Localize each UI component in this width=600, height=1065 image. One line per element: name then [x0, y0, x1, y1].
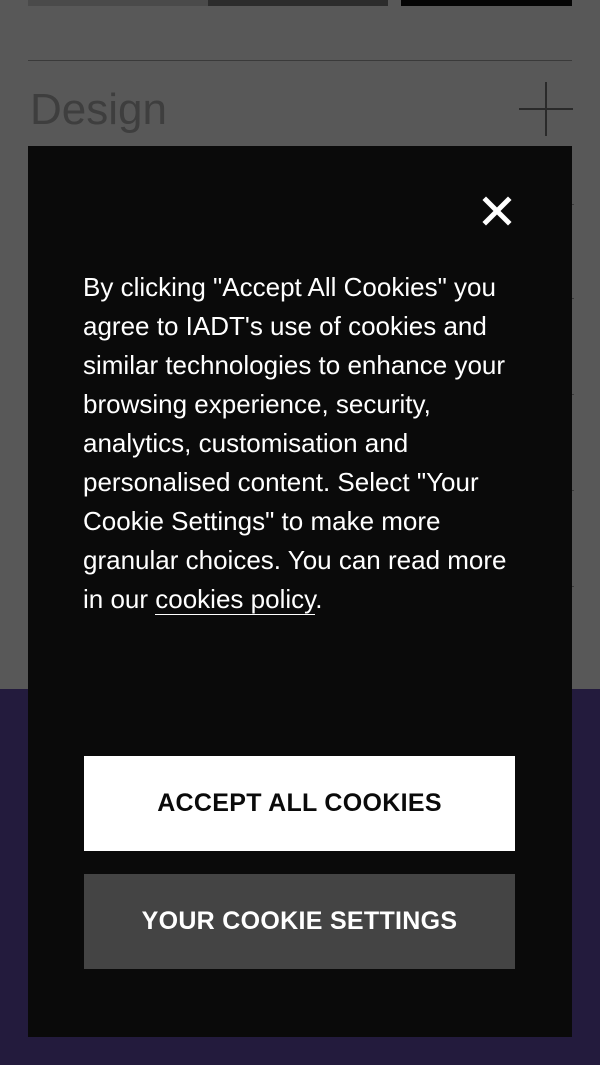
- cookie-settings-button[interactable]: YOUR COOKIE SETTINGS: [84, 874, 515, 969]
- cookie-settings-label: YOUR COOKIE SETTINGS: [141, 907, 458, 935]
- top-tab-1[interactable]: [28, 0, 208, 6]
- cookie-message-text: By clicking "Accept All Cookies" you agr…: [83, 272, 507, 614]
- cookie-message: By clicking "Accept All Cookies" you agr…: [83, 268, 523, 619]
- cookie-consent-dialog: By clicking "Accept All Cookies" you agr…: [28, 146, 572, 1037]
- cookie-message-end: .: [315, 584, 323, 614]
- accept-all-cookies-label: ACCEPT ALL COOKIES: [157, 789, 442, 817]
- cookies-policy-link[interactable]: cookies policy: [155, 584, 316, 615]
- accept-all-cookies-button[interactable]: ACCEPT ALL COOKIES: [84, 756, 515, 851]
- accordion-divider: [28, 60, 572, 61]
- close-button[interactable]: [480, 194, 514, 228]
- accordion-title-design[interactable]: Design: [30, 84, 167, 136]
- close-icon: [482, 196, 512, 226]
- top-tab-3[interactable]: [401, 0, 572, 6]
- top-tab-bar: [28, 0, 572, 6]
- plus-icon[interactable]: [519, 82, 573, 136]
- top-tab-2[interactable]: [208, 0, 388, 6]
